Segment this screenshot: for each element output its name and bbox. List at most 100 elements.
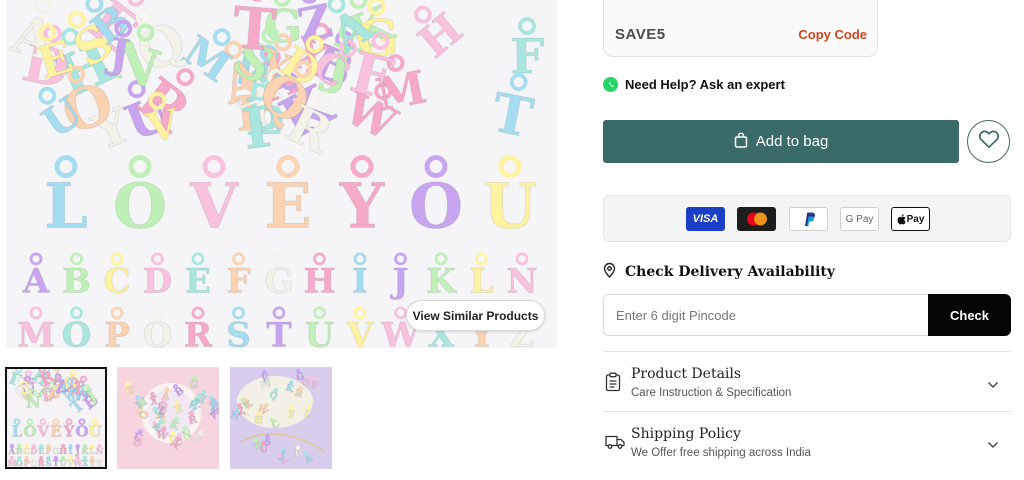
divider [603,411,1011,412]
bead-letter: L [469,252,494,302]
svg-text:Y: Y [339,169,385,242]
thumbnail-1[interactable]: AWBKGEHAYXMUJSDFPQRTZNLOVEYOUABCDEFGHIJK… [5,367,107,469]
bead-letter: J [74,443,80,456]
accordion-product-details[interactable]: Product Details Care Instruction & Speci… [603,360,1011,416]
bead-letter: I [68,443,73,456]
bead-letter: L [89,443,96,456]
bead-letter: F [45,443,52,456]
svg-text:L: L [12,422,23,440]
svg-text:Q: Q [30,458,37,467]
accordion-subtitle: We Offer free shipping across India [631,447,811,459]
bead-letter: R [37,455,45,467]
location-pin-icon [603,262,616,282]
bead-letter: Y [62,418,75,441]
bead-letter: E [264,155,312,243]
svg-text:O: O [113,169,167,242]
view-similar-products-button[interactable]: View Similar Products [406,300,545,331]
svg-text:Y: Y [63,422,75,440]
svg-text:O: O [409,169,463,242]
pincode-input[interactable] [603,294,929,336]
svg-text:L: L [89,446,95,456]
svg-text:G: G [52,446,59,456]
product-main-image[interactable]: AWBKGEHAYXMUJSDFPQRTZNVCLOAWBKGEHAYXMUJS… [6,0,557,348]
bead-letter: J [389,252,409,302]
bag-icon [734,132,748,152]
bead-letter: N [506,252,538,302]
bead-letter: G [264,252,294,302]
svg-text:U: U [60,458,67,467]
svg-text:D: D [30,446,37,456]
bead-letter: K [426,252,458,302]
bead-letter: U [59,455,67,467]
svg-text:V: V [260,374,269,384]
svg-text:O: O [62,315,92,348]
help-link[interactable]: Need Help? Ask an expert [603,77,785,92]
svg-text:D: D [143,261,172,301]
heart-icon [978,129,1000,154]
apple-pay-label: Pay [906,213,925,225]
wishlist-button[interactable] [967,120,1010,163]
copy-code-button[interactable]: Copy Code [798,27,867,42]
bead-letter: H [303,252,336,302]
chevron-down-icon [987,436,999,454]
thumbnail-2[interactable]: AWBKGEHAYXMUJSDFPQRTZNVCLOAWBKGEHA [117,367,219,469]
paypal-icon [789,207,828,231]
svg-text:L: L [470,261,494,301]
payment-methods-bar: VISA G Pay Pay [603,195,1011,242]
help-label: Need Help? Ask an expert [625,77,785,92]
svg-text:A: A [8,446,16,456]
svg-text:T: T [266,315,291,348]
chevron-down-icon [987,376,999,394]
svg-text:T: T [53,458,59,467]
svg-text:X: X [82,458,89,467]
bead-letter: Y [88,455,96,467]
coupon-card: SAVE5 Copy Code [603,0,878,57]
bead-letter: N [25,388,41,412]
svg-text:E: E [185,261,211,301]
bead-letter: X [81,455,89,467]
bead-letter: S [45,455,52,467]
bead-letter: E [38,443,45,456]
truck-icon [605,434,625,455]
svg-text:L: L [44,169,88,242]
check-button[interactable]: Check [928,294,1011,336]
svg-text:V: V [189,169,239,242]
svg-text:V: V [36,422,49,440]
thumbnail-2-image: AWBKGEHAYXMUJSDFPQRTZNVCLOAWBKGEHA [117,367,219,469]
svg-text:R: R [38,458,45,467]
svg-text:F: F [288,410,296,420]
svg-text:N: N [96,446,103,456]
coupon-code: SAVE5 [615,26,666,43]
bead-letter: V [36,418,50,441]
bead-letter: U [88,418,102,441]
bead-letter: E [185,252,211,302]
svg-text:G: G [189,379,199,391]
bead-letter: D [142,252,173,302]
svg-text:H: H [303,261,335,301]
bead-letter: K [81,443,90,456]
bead-letter: Q [30,455,38,467]
divider [603,351,1011,352]
bead-letter: U [482,155,538,243]
svg-text:C: C [103,261,130,301]
bead-letter: O [408,155,464,243]
bead-letter: B [15,443,23,456]
thumbnail-1-image: AWBK GEHAYXMU JS DFPQRTZNL O V E Y O UA B C D E F G H I J K… [7,369,105,467]
accordion-shipping-policy[interactable]: Shipping Policy We Offer free shipping a… [603,420,1011,476]
thumbnail-3[interactable]: KGEHAYXMUJSDFPQRTZNVCLOAWB [230,367,332,469]
svg-text:R: R [184,315,213,348]
bead-letter: O [15,455,23,467]
svg-text:J: J [389,261,408,301]
svg-text:T: T [230,0,278,65]
svg-text:O: O [75,422,88,440]
svg-text:S: S [46,458,52,467]
bead-letter: E [50,418,62,441]
bead-letter: O [75,418,89,441]
add-to-bag-label: Add to bag [755,133,829,150]
bead-letter: L [11,418,23,441]
bead-letter: C [103,252,131,302]
bead-letter: C [23,443,30,456]
svg-text:U: U [305,315,335,348]
add-to-bag-button[interactable]: Add to bag [603,120,959,163]
bead-letter: Z [96,455,103,467]
